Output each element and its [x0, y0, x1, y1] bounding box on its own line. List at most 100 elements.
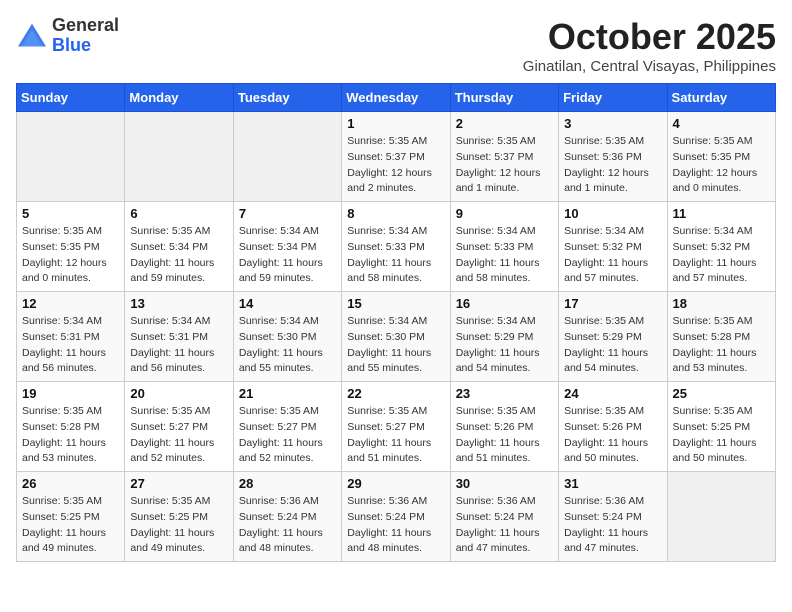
day-info: Sunrise: 5:35 AM Sunset: 5:37 PM Dayligh…: [347, 134, 444, 197]
day-number: 26: [22, 476, 119, 491]
day-info: Sunrise: 5:34 AM Sunset: 5:33 PM Dayligh…: [347, 224, 444, 287]
day-info: Sunrise: 5:35 AM Sunset: 5:28 PM Dayligh…: [22, 404, 119, 467]
calendar-cell: 1 Sunrise: 5:35 AM Sunset: 5:37 PM Daylig…: [342, 112, 450, 202]
day-info: Sunrise: 5:34 AM Sunset: 5:33 PM Dayligh…: [456, 224, 553, 287]
calendar-cell: [17, 112, 125, 202]
day-info: Sunrise: 5:34 AM Sunset: 5:32 PM Dayligh…: [564, 224, 661, 287]
calendar-cell: 12 Sunrise: 5:34 AM Sunset: 5:31 PM Dayli…: [17, 292, 125, 382]
day-number: 20: [130, 386, 227, 401]
calendar-week-1: 1 Sunrise: 5:35 AM Sunset: 5:37 PM Daylig…: [17, 112, 776, 202]
calendar-cell: 15 Sunrise: 5:34 AM Sunset: 5:30 PM Dayli…: [342, 292, 450, 382]
logo: General Blue: [16, 16, 119, 56]
header-wednesday: Wednesday: [342, 84, 450, 112]
calendar-body: 1 Sunrise: 5:35 AM Sunset: 5:37 PM Daylig…: [17, 112, 776, 562]
calendar-cell: 10Sunrise: 5:34 AM Sunset: 5:32 PM Dayli…: [559, 202, 667, 292]
day-number: 23: [456, 386, 553, 401]
logo-icon: [16, 22, 48, 50]
day-number: 17: [564, 296, 661, 311]
day-number: 31: [564, 476, 661, 491]
calendar-cell: 29Sunrise: 5:36 AM Sunset: 5:24 PM Dayli…: [342, 472, 450, 562]
day-info: Sunrise: 5:36 AM Sunset: 5:24 PM Dayligh…: [456, 494, 553, 557]
day-number: 21: [239, 386, 336, 401]
calendar-header: SundayMondayTuesdayWednesdayThursdayFrid…: [17, 84, 776, 112]
day-info: Sunrise: 5:34 AM Sunset: 5:29 PM Dayligh…: [456, 314, 553, 377]
calendar-cell: 19 Sunrise: 5:35 AM Sunset: 5:28 PM Dayli…: [17, 382, 125, 472]
calendar-cell: 9 Sunrise: 5:34 AM Sunset: 5:33 PM Daylig…: [450, 202, 558, 292]
day-info: Sunrise: 5:35 AM Sunset: 5:25 PM Dayligh…: [130, 494, 227, 557]
day-number: 15: [347, 296, 444, 311]
calendar-cell: 3 Sunrise: 5:35 AM Sunset: 5:36 PM Daylig…: [559, 112, 667, 202]
month-title: October 2025: [523, 16, 776, 58]
calendar-cell: 8Sunrise: 5:34 AM Sunset: 5:33 PM Daylig…: [342, 202, 450, 292]
day-info: Sunrise: 5:35 AM Sunset: 5:36 PM Dayligh…: [564, 134, 661, 197]
calendar-cell: [233, 112, 341, 202]
day-info: Sunrise: 5:36 AM Sunset: 5:24 PM Dayligh…: [239, 494, 336, 557]
day-number: 30: [456, 476, 553, 491]
day-number: 4: [673, 116, 770, 131]
calendar-cell: 5Sunrise: 5:35 AM Sunset: 5:35 PM Daylig…: [17, 202, 125, 292]
calendar-week-3: 12 Sunrise: 5:34 AM Sunset: 5:31 PM Dayli…: [17, 292, 776, 382]
day-info: Sunrise: 5:35 AM Sunset: 5:28 PM Dayligh…: [673, 314, 770, 377]
day-info: Sunrise: 5:34 AM Sunset: 5:30 PM Dayligh…: [239, 314, 336, 377]
calendar-cell: 18 Sunrise: 5:35 AM Sunset: 5:28 PM Dayli…: [667, 292, 775, 382]
day-info: Sunrise: 5:34 AM Sunset: 5:31 PM Dayligh…: [22, 314, 119, 377]
day-number: 12: [22, 296, 119, 311]
day-info: Sunrise: 5:34 AM Sunset: 5:34 PM Dayligh…: [239, 224, 336, 287]
calendar-cell: 22 Sunrise: 5:35 AM Sunset: 5:27 PM Dayli…: [342, 382, 450, 472]
day-number: 16: [456, 296, 553, 311]
header-tuesday: Tuesday: [233, 84, 341, 112]
calendar-cell: 26Sunrise: 5:35 AM Sunset: 5:25 PM Dayli…: [17, 472, 125, 562]
header-row: SundayMondayTuesdayWednesdayThursdayFrid…: [17, 84, 776, 112]
calendar-cell: 20 Sunrise: 5:35 AM Sunset: 5:27 PM Dayli…: [125, 382, 233, 472]
header-thursday: Thursday: [450, 84, 558, 112]
calendar-cell: 24 Sunrise: 5:35 AM Sunset: 5:26 PM Dayli…: [559, 382, 667, 472]
calendar-week-4: 19 Sunrise: 5:35 AM Sunset: 5:28 PM Dayli…: [17, 382, 776, 472]
calendar-cell: 7 Sunrise: 5:34 AM Sunset: 5:34 PM Daylig…: [233, 202, 341, 292]
calendar-cell: 6 Sunrise: 5:35 AM Sunset: 5:34 PM Daylig…: [125, 202, 233, 292]
calendar-cell: 13Sunrise: 5:34 AM Sunset: 5:31 PM Dayli…: [125, 292, 233, 382]
calendar-week-5: 26 Sunrise: 5:35 AM Sunset: 5:25 PM Dayli…: [17, 472, 776, 562]
day-info: Sunrise: 5:36 AM Sunset: 5:24 PM Dayligh…: [564, 494, 661, 557]
calendar-cell: 31 Sunrise: 5:36 AM Sunset: 5:24 PM Dayli…: [559, 472, 667, 562]
day-info: Sunrise: 5:35 AM Sunset: 5:34 PM Dayligh…: [130, 224, 227, 287]
calendar-cell: 4Sunrise: 5:35 AM Sunset: 5:35 PM Daylig…: [667, 112, 775, 202]
day-info: Sunrise: 5:35 AM Sunset: 5:27 PM Dayligh…: [347, 404, 444, 467]
calendar-cell: 21Sunrise: 5:35 AM Sunset: 5:27 PM Dayli…: [233, 382, 341, 472]
header-saturday: Saturday: [667, 84, 775, 112]
logo-blue-text: Blue: [52, 36, 119, 56]
calendar-cell: 28Sunrise: 5:36 AM Sunset: 5:24 PM Dayli…: [233, 472, 341, 562]
header-monday: Monday: [125, 84, 233, 112]
logo-general-text: General: [52, 16, 119, 36]
location-text: Ginatilan, Central Visayas, Philippines: [523, 58, 776, 75]
day-number: 13: [130, 296, 227, 311]
day-info: Sunrise: 5:35 AM Sunset: 5:29 PM Dayligh…: [564, 314, 661, 377]
calendar-week-2: 5Sunrise: 5:35 AM Sunset: 5:35 PM Daylig…: [17, 202, 776, 292]
day-number: 1: [347, 116, 444, 131]
day-number: 18: [673, 296, 770, 311]
day-number: 19: [22, 386, 119, 401]
day-number: 27: [130, 476, 227, 491]
day-number: 3: [564, 116, 661, 131]
day-number: 14: [239, 296, 336, 311]
day-number: 25: [673, 386, 770, 401]
calendar-cell: 25 Sunrise: 5:35 AM Sunset: 5:25 PM Dayli…: [667, 382, 775, 472]
calendar-cell: [125, 112, 233, 202]
calendar-cell: 23Sunrise: 5:35 AM Sunset: 5:26 PM Dayli…: [450, 382, 558, 472]
title-block: October 2025 Ginatilan, Central Visayas,…: [523, 16, 776, 75]
calendar-cell: [667, 472, 775, 562]
day-number: 29: [347, 476, 444, 491]
day-info: Sunrise: 5:34 AM Sunset: 5:32 PM Dayligh…: [673, 224, 770, 287]
day-info: Sunrise: 5:35 AM Sunset: 5:25 PM Dayligh…: [673, 404, 770, 467]
day-number: 9: [456, 206, 553, 221]
calendar-cell: 11Sunrise: 5:34 AM Sunset: 5:32 PM Dayli…: [667, 202, 775, 292]
day-info: Sunrise: 5:34 AM Sunset: 5:30 PM Dayligh…: [347, 314, 444, 377]
day-info: Sunrise: 5:35 AM Sunset: 5:26 PM Dayligh…: [564, 404, 661, 467]
day-number: 6: [130, 206, 227, 221]
day-number: 24: [564, 386, 661, 401]
day-number: 2: [456, 116, 553, 131]
day-info: Sunrise: 5:35 AM Sunset: 5:27 PM Dayligh…: [130, 404, 227, 467]
day-number: 22: [347, 386, 444, 401]
day-number: 7: [239, 206, 336, 221]
header-sunday: Sunday: [17, 84, 125, 112]
page-header: General Blue October 2025 Ginatilan, Cen…: [16, 16, 776, 75]
